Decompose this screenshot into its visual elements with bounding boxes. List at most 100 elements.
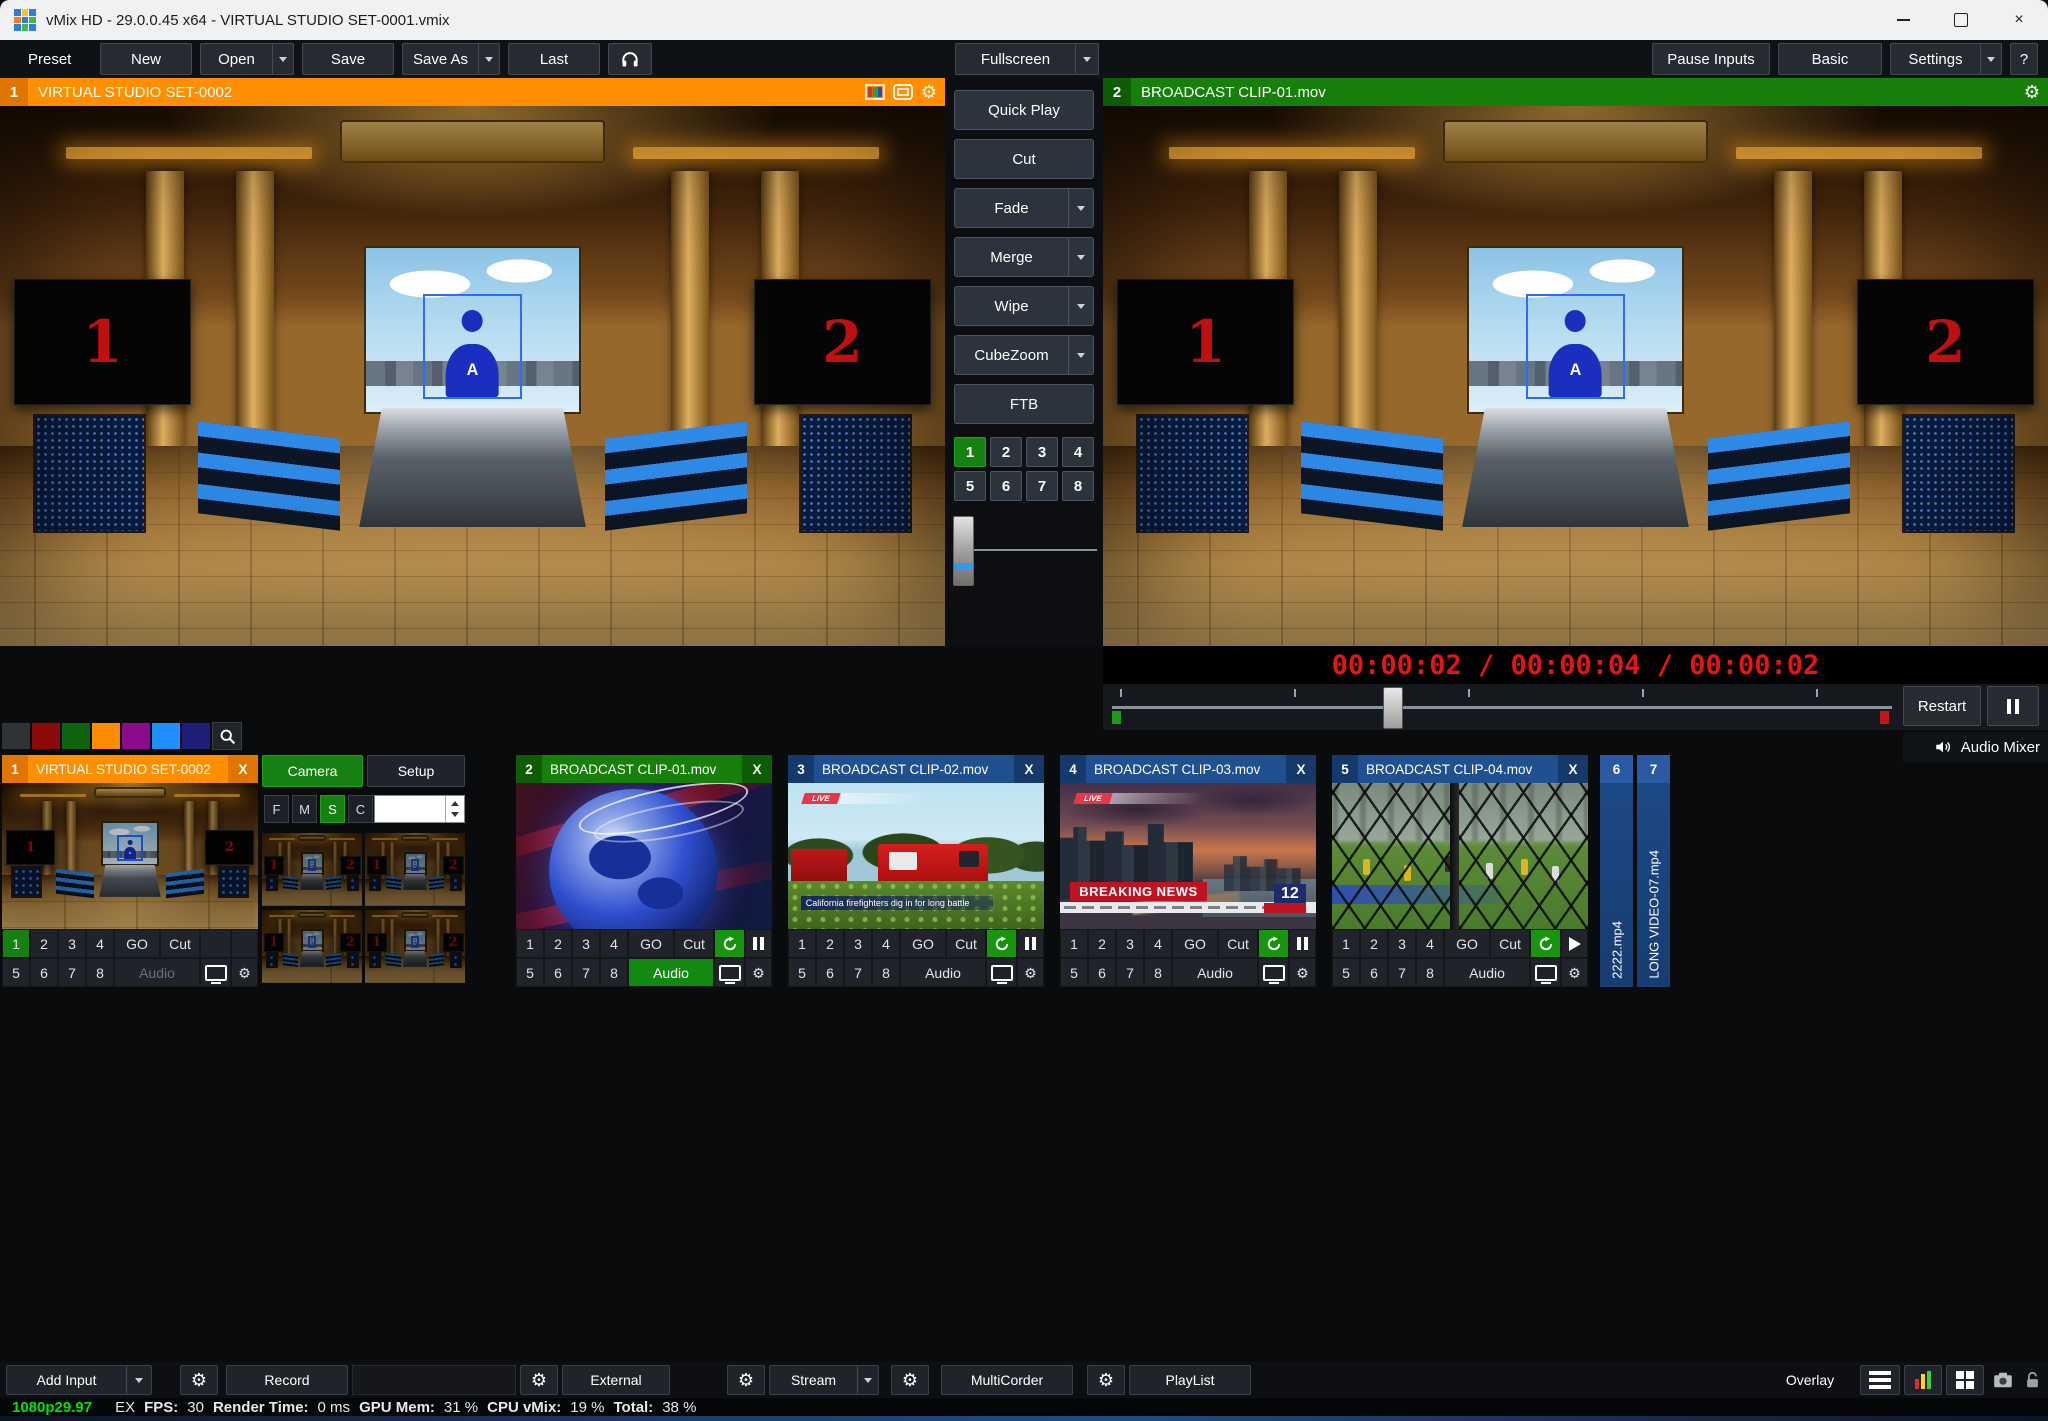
multiview-button[interactable] (1946, 1365, 1984, 1395)
bus-3-button[interactable]: 3 (1116, 929, 1144, 958)
preview-header[interactable]: 1 VIRTUAL STUDIO SET-0002 ⚙ (0, 78, 945, 106)
cut-button[interactable]: Cut (954, 139, 1094, 179)
maximize-button[interactable] (1932, 0, 1990, 40)
quick-play-button[interactable]: Quick Play (954, 90, 1094, 130)
pause-button[interactable] (1017, 929, 1044, 958)
audio-button[interactable]: Audio (1172, 958, 1258, 987)
bus-5-button[interactable]: 5 (516, 958, 544, 987)
wipe-button[interactable]: Wipe (954, 286, 1094, 326)
bus-4-button[interactable]: 4 (1144, 929, 1172, 958)
overlay-8-button[interactable]: 8 (1062, 471, 1094, 501)
playlist-button[interactable]: PlayList (1129, 1365, 1251, 1395)
bus-7-button[interactable]: 7 (844, 958, 872, 987)
color-filter-blue[interactable] (152, 723, 180, 749)
basic-button[interactable]: Basic (1778, 43, 1882, 75)
settings-button[interactable]: Settings (1890, 43, 2002, 75)
fade-button[interactable]: Fade (954, 188, 1094, 228)
save-as-button[interactable]: Save As (402, 43, 500, 75)
bus-4-button[interactable]: 4 (1416, 929, 1444, 958)
seek-track[interactable] (1112, 706, 1892, 709)
audio-button[interactable]: Audio (1444, 958, 1530, 987)
open-dropdown[interactable] (272, 44, 293, 74)
overlay-1-button[interactable]: 1 (954, 437, 986, 467)
bus-6-button[interactable]: 6 (816, 958, 844, 987)
mode-f-button[interactable]: F (264, 795, 289, 823)
overlay-6-button[interactable]: 6 (990, 471, 1022, 501)
bus-6-button[interactable]: 6 (30, 958, 58, 987)
loop-button[interactable] (1258, 929, 1289, 958)
input-4-thumbnail[interactable]: LIVE BREAKING NEWS 12 (1060, 783, 1316, 929)
input-2-thumbnail[interactable] (516, 783, 772, 929)
color-filter-orange[interactable] (92, 723, 120, 749)
bus-2-button[interactable]: 2 (816, 929, 844, 958)
preset-button[interactable]: Preset (28, 43, 71, 75)
save-button[interactable]: Save (302, 43, 394, 75)
input-close-button[interactable]: X (1286, 755, 1316, 783)
seek-handle[interactable] (1383, 687, 1403, 729)
fullscreen-output-button[interactable] (1258, 958, 1289, 987)
search-inputs-button[interactable] (212, 722, 242, 750)
bus-1-button[interactable]: 1 (516, 929, 544, 958)
pause-button[interactable] (1289, 929, 1316, 958)
bus-5-button[interactable]: 5 (1332, 958, 1360, 987)
camera-angle-1[interactable]: A 1 2 (262, 833, 362, 906)
overlay-5-button[interactable]: 5 (954, 471, 986, 501)
cut-button[interactable]: Cut (160, 929, 200, 958)
multicorder-button[interactable]: MultiCorder (941, 1365, 1073, 1395)
color-filter-red[interactable] (32, 723, 60, 749)
play-button[interactable] (1561, 929, 1588, 958)
input-settings-button[interactable]: ⚙ (231, 958, 258, 987)
bus-7-button[interactable]: 7 (1116, 958, 1144, 987)
color-bars-icon[interactable] (865, 84, 885, 100)
input-2-header[interactable]: 2 BROADCAST CLIP-01.mov X (516, 755, 772, 783)
new-button[interactable]: New (100, 43, 192, 75)
loop-button[interactable] (714, 929, 745, 958)
help-button[interactable]: ? (2010, 43, 2038, 75)
bus-3-button[interactable]: 3 (58, 929, 86, 958)
audio-button[interactable]: Audio (628, 958, 714, 987)
bus-8-button[interactable]: 8 (872, 958, 900, 987)
pause-button[interactable] (745, 929, 772, 958)
input-close-button[interactable]: X (742, 755, 772, 783)
camera-tab[interactable]: Camera (262, 755, 363, 787)
fullscreen-menu-button[interactable] (1860, 1365, 1900, 1395)
program-pause-button[interactable] (1987, 686, 2039, 726)
restart-button[interactable]: Restart (1903, 686, 1981, 726)
input-settings-button[interactable]: ⚙ (1289, 958, 1316, 987)
audio-mixer-toggle[interactable]: Audio Mixer (1903, 732, 2048, 762)
fade-dropdown[interactable] (1068, 189, 1093, 227)
settings-dropdown[interactable] (1980, 44, 2001, 74)
input-panel-6-collapsed[interactable]: 6 2222.mp4 (1600, 755, 1633, 987)
audio-button[interactable]: Audio (900, 958, 986, 987)
color-filter-navy[interactable] (182, 723, 210, 749)
go-button[interactable]: GO (114, 929, 160, 958)
ftb-button[interactable]: FTB (954, 384, 1094, 424)
input-3-header[interactable]: 3 BROADCAST CLIP-02.mov X (788, 755, 1044, 783)
audio-button[interactable]: Audio (114, 958, 200, 987)
overlay-4-button[interactable]: 4 (1062, 437, 1094, 467)
bus-8-button[interactable]: 8 (600, 958, 628, 987)
bus-4-button[interactable]: 4 (872, 929, 900, 958)
duration-value[interactable] (375, 800, 441, 818)
mark-in-marker[interactable] (1112, 711, 1121, 724)
mode-s-button[interactable]: S (320, 795, 345, 823)
wipe-dropdown[interactable] (1068, 287, 1093, 325)
minimize-button[interactable] (1874, 0, 1932, 40)
snapshot-button[interactable] (1988, 1365, 2018, 1395)
overlay-button[interactable]: Overlay (1765, 1365, 1855, 1395)
multicorder-settings-button[interactable]: ⚙ (891, 1365, 929, 1395)
bus-1-button[interactable]: 1 (2, 929, 30, 958)
bus-2-button[interactable]: 2 (1088, 929, 1116, 958)
bus-5-button[interactable]: 5 (2, 958, 30, 987)
gear-icon[interactable]: ⚙ (921, 83, 937, 101)
input-settings-button[interactable]: ⚙ (745, 958, 772, 987)
color-filter-green[interactable] (62, 723, 90, 749)
last-button[interactable]: Last (508, 43, 600, 75)
external-settings-button[interactable]: ⚙ (520, 1365, 558, 1395)
input-close-button[interactable]: X (1014, 755, 1044, 783)
audio-monitor-button[interactable] (608, 43, 652, 75)
input-close-button[interactable]: X (1558, 755, 1588, 783)
bus-8-button[interactable]: 8 (86, 958, 114, 987)
bus-4-button[interactable]: 4 (600, 929, 628, 958)
input-5-header[interactable]: 5 BROADCAST CLIP-04.mov X (1332, 755, 1588, 783)
